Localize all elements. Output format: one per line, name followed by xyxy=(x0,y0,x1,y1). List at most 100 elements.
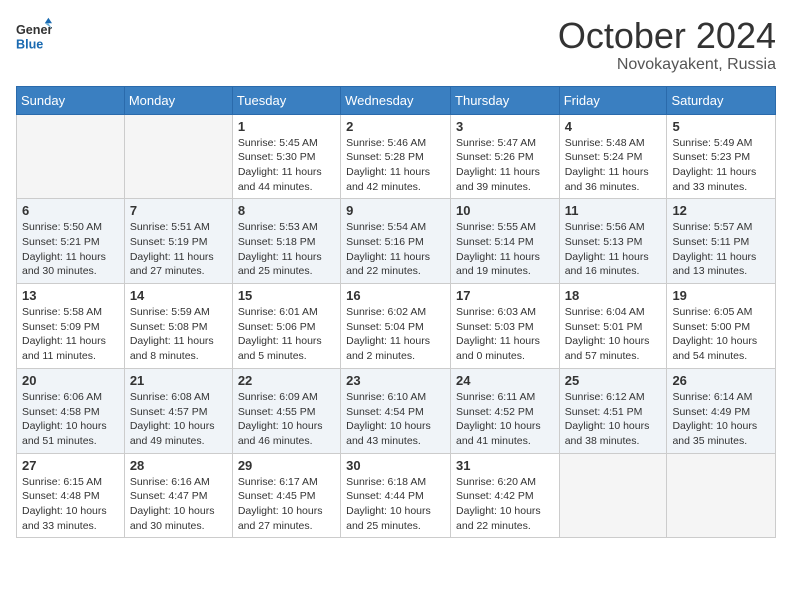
day-number: 10 xyxy=(456,203,554,218)
calendar-cell: 21 Sunrise: 6:08 AM Sunset: 4:57 PM Dayli… xyxy=(124,368,232,453)
day-number: 21 xyxy=(130,373,227,388)
cell-info: Sunrise: 6:05 AM Sunset: 5:00 PM Dayligh… xyxy=(672,305,770,364)
cell-info: Sunrise: 5:53 AM Sunset: 5:18 PM Dayligh… xyxy=(238,220,335,279)
day-number: 15 xyxy=(238,288,335,303)
calendar-table: SundayMondayTuesdayWednesdayThursdayFrid… xyxy=(16,86,776,539)
calendar-header: SundayMondayTuesdayWednesdayThursdayFrid… xyxy=(17,86,776,114)
calendar-cell xyxy=(124,114,232,199)
cell-info: Sunrise: 5:55 AM Sunset: 5:14 PM Dayligh… xyxy=(456,220,554,279)
day-number: 23 xyxy=(346,373,445,388)
cell-info: Sunrise: 6:15 AM Sunset: 4:48 PM Dayligh… xyxy=(22,475,119,534)
calendar-cell: 1Sunrise: 5:45 AM Sunset: 5:30 PM Daylig… xyxy=(232,114,340,199)
day-number: 4 xyxy=(565,119,662,134)
day-number: 6 xyxy=(22,203,119,218)
day-number: 26 xyxy=(672,373,770,388)
calendar-cell: 4 Sunrise: 5:48 AM Sunset: 5:24 PM Daylig… xyxy=(559,114,667,199)
cell-info: Sunrise: 5:50 AM Sunset: 5:21 PM Dayligh… xyxy=(22,220,119,279)
day-number: 31 xyxy=(456,458,554,473)
cell-info: Sunrise: 6:10 AM Sunset: 4:54 PM Dayligh… xyxy=(346,390,445,449)
day-number: 8 xyxy=(238,203,335,218)
cell-info: Sunrise: 5:56 AM Sunset: 5:13 PM Dayligh… xyxy=(565,220,662,279)
cell-info: Sunrise: 5:48 AM Sunset: 5:24 PM Dayligh… xyxy=(565,136,662,195)
weekday-header-thursday: Thursday xyxy=(451,86,560,114)
calendar-cell: 8 Sunrise: 5:53 AM Sunset: 5:18 PM Daylig… xyxy=(232,199,340,284)
cell-info: Sunrise: 6:01 AM Sunset: 5:06 PM Dayligh… xyxy=(238,305,335,364)
cell-info: Sunrise: 5:59 AM Sunset: 5:08 PM Dayligh… xyxy=(130,305,227,364)
calendar-cell: 20 Sunrise: 6:06 AM Sunset: 4:58 PM Dayli… xyxy=(17,368,125,453)
cell-info: Sunrise: 6:02 AM Sunset: 5:04 PM Dayligh… xyxy=(346,305,445,364)
location: Novokayakent, Russia xyxy=(558,56,776,74)
calendar-cell: 25 Sunrise: 6:12 AM Sunset: 4:51 PM Dayli… xyxy=(559,368,667,453)
cell-info: Sunrise: 6:17 AM Sunset: 4:45 PM Dayligh… xyxy=(238,475,335,534)
cell-info: Sunrise: 6:14 AM Sunset: 4:49 PM Dayligh… xyxy=(672,390,770,449)
calendar-body: 1Sunrise: 5:45 AM Sunset: 5:30 PM Daylig… xyxy=(17,114,776,538)
day-number: 16 xyxy=(346,288,445,303)
weekday-header-wednesday: Wednesday xyxy=(341,86,451,114)
day-number: 27 xyxy=(22,458,119,473)
calendar-cell: 31 Sunrise: 6:20 AM Sunset: 4:42 PM Dayli… xyxy=(451,453,560,538)
weekday-header-monday: Monday xyxy=(124,86,232,114)
day-number: 20 xyxy=(22,373,119,388)
calendar-cell: 12Sunrise: 5:57 AM Sunset: 5:11 PM Dayli… xyxy=(667,199,776,284)
calendar-cell: 28Sunrise: 6:16 AM Sunset: 4:47 PM Dayli… xyxy=(124,453,232,538)
calendar-cell xyxy=(559,453,667,538)
calendar-cell: 3Sunrise: 5:47 AM Sunset: 5:26 PM Daylig… xyxy=(451,114,560,199)
calendar-cell: 24 Sunrise: 6:11 AM Sunset: 4:52 PM Dayli… xyxy=(451,368,560,453)
day-number: 9 xyxy=(346,203,445,218)
calendar-cell: 7Sunrise: 5:51 AM Sunset: 5:19 PM Daylig… xyxy=(124,199,232,284)
calendar-cell: 18 Sunrise: 6:04 AM Sunset: 5:01 PM Dayli… xyxy=(559,284,667,369)
day-number: 25 xyxy=(565,373,662,388)
calendar-cell: 23 Sunrise: 6:10 AM Sunset: 4:54 PM Dayli… xyxy=(341,368,451,453)
day-number: 5 xyxy=(672,119,770,134)
weekday-header-friday: Friday xyxy=(559,86,667,114)
cell-info: Sunrise: 6:09 AM Sunset: 4:55 PM Dayligh… xyxy=(238,390,335,449)
day-number: 12 xyxy=(672,203,770,218)
calendar-cell: 16 Sunrise: 6:02 AM Sunset: 5:04 PM Dayli… xyxy=(341,284,451,369)
calendar-cell xyxy=(667,453,776,538)
calendar-cell: 2Sunrise: 5:46 AM Sunset: 5:28 PM Daylig… xyxy=(341,114,451,199)
day-number: 30 xyxy=(346,458,445,473)
weekday-header-row: SundayMondayTuesdayWednesdayThursdayFrid… xyxy=(17,86,776,114)
week-row-5: 27 Sunrise: 6:15 AM Sunset: 4:48 PM Dayli… xyxy=(17,453,776,538)
calendar-cell: 29 Sunrise: 6:17 AM Sunset: 4:45 PM Dayli… xyxy=(232,453,340,538)
month-title: October 2024 xyxy=(558,16,776,56)
cell-info: Sunrise: 5:54 AM Sunset: 5:16 PM Dayligh… xyxy=(346,220,445,279)
calendar-cell: 15 Sunrise: 6:01 AM Sunset: 5:06 PM Dayli… xyxy=(232,284,340,369)
week-row-3: 13 Sunrise: 5:58 AM Sunset: 5:09 PM Dayli… xyxy=(17,284,776,369)
day-number: 14 xyxy=(130,288,227,303)
cell-info: Sunrise: 6:06 AM Sunset: 4:58 PM Dayligh… xyxy=(22,390,119,449)
cell-info: Sunrise: 5:49 AM Sunset: 5:23 PM Dayligh… xyxy=(672,136,770,195)
day-number: 29 xyxy=(238,458,335,473)
cell-info: Sunrise: 6:20 AM Sunset: 4:42 PM Dayligh… xyxy=(456,475,554,534)
calendar-cell: 19Sunrise: 6:05 AM Sunset: 5:00 PM Dayli… xyxy=(667,284,776,369)
svg-text:General: General xyxy=(16,23,52,37)
cell-info: Sunrise: 5:46 AM Sunset: 5:28 PM Dayligh… xyxy=(346,136,445,195)
cell-info: Sunrise: 5:45 AM Sunset: 5:30 PM Dayligh… xyxy=(238,136,335,195)
cell-info: Sunrise: 6:03 AM Sunset: 5:03 PM Dayligh… xyxy=(456,305,554,364)
logo-icon: General Blue xyxy=(16,16,52,52)
cell-info: Sunrise: 6:04 AM Sunset: 5:01 PM Dayligh… xyxy=(565,305,662,364)
weekday-header-tuesday: Tuesday xyxy=(232,86,340,114)
day-number: 17 xyxy=(456,288,554,303)
calendar-cell: 6 Sunrise: 5:50 AM Sunset: 5:21 PM Daylig… xyxy=(17,199,125,284)
day-number: 13 xyxy=(22,288,119,303)
weekday-header-sunday: Sunday xyxy=(17,86,125,114)
week-row-2: 6 Sunrise: 5:50 AM Sunset: 5:21 PM Daylig… xyxy=(17,199,776,284)
week-row-1: 1Sunrise: 5:45 AM Sunset: 5:30 PM Daylig… xyxy=(17,114,776,199)
weekday-header-saturday: Saturday xyxy=(667,86,776,114)
calendar-cell: 9 Sunrise: 5:54 AM Sunset: 5:16 PM Daylig… xyxy=(341,199,451,284)
day-number: 28 xyxy=(130,458,227,473)
calendar-cell: 22Sunrise: 6:09 AM Sunset: 4:55 PM Dayli… xyxy=(232,368,340,453)
calendar-cell: 14 Sunrise: 5:59 AM Sunset: 5:08 PM Dayli… xyxy=(124,284,232,369)
calendar-cell: 10 Sunrise: 5:55 AM Sunset: 5:14 PM Dayli… xyxy=(451,199,560,284)
svg-text:Blue: Blue xyxy=(16,37,43,51)
logo: General Blue xyxy=(16,16,52,52)
page-header: General Blue October 2024 Novokayakent, … xyxy=(16,16,776,74)
calendar-cell: 27 Sunrise: 6:15 AM Sunset: 4:48 PM Dayli… xyxy=(17,453,125,538)
day-number: 18 xyxy=(565,288,662,303)
cell-info: Sunrise: 6:12 AM Sunset: 4:51 PM Dayligh… xyxy=(565,390,662,449)
cell-info: Sunrise: 6:11 AM Sunset: 4:52 PM Dayligh… xyxy=(456,390,554,449)
cell-info: Sunrise: 5:58 AM Sunset: 5:09 PM Dayligh… xyxy=(22,305,119,364)
day-number: 24 xyxy=(456,373,554,388)
cell-info: Sunrise: 6:08 AM Sunset: 4:57 PM Dayligh… xyxy=(130,390,227,449)
